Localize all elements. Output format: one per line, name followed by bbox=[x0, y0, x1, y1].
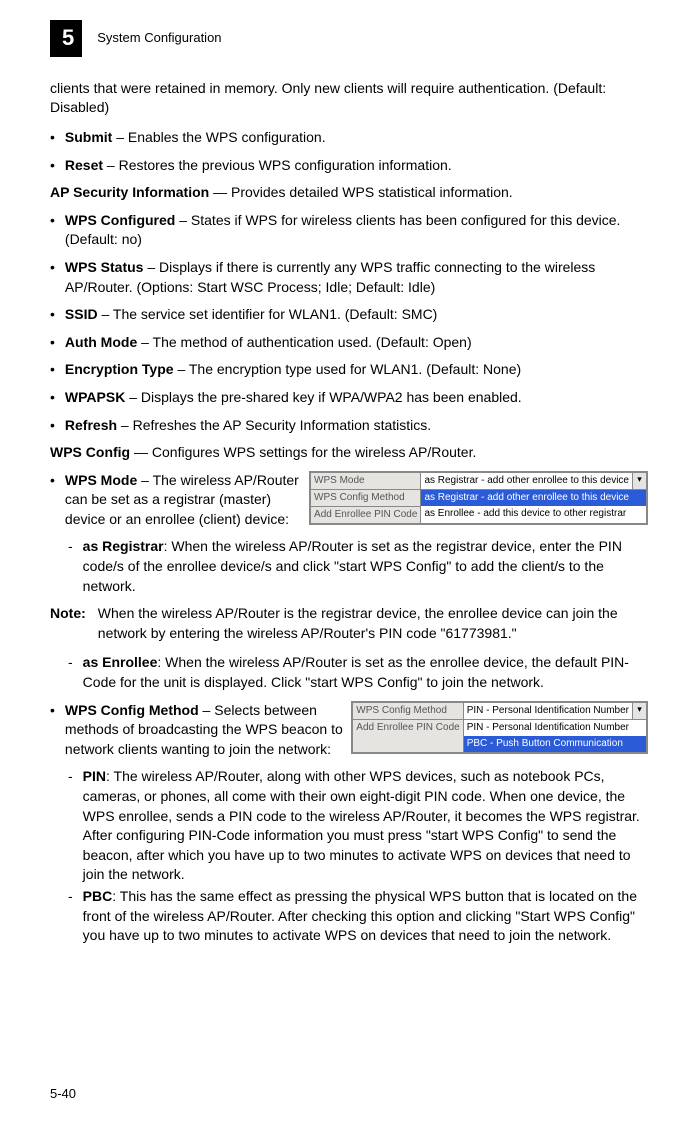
page-content: clients that were retained in memory. On… bbox=[50, 79, 648, 946]
note-text: When the wireless AP/Router is the regis… bbox=[98, 604, 648, 643]
bullet-text: – Refreshes the AP Security Information … bbox=[117, 417, 431, 433]
bullet-label: WPS Status bbox=[65, 259, 144, 275]
note-block: Note: When the wireless AP/Router is the… bbox=[50, 604, 648, 643]
bullet-dot-icon: • bbox=[50, 305, 55, 325]
ap-security-heading: AP Security Information — Provides detai… bbox=[50, 183, 648, 203]
bullet-label: SSID bbox=[65, 306, 98, 322]
bullet-label: Submit bbox=[65, 129, 112, 145]
sub-bullet-label: as Enrollee bbox=[83, 654, 158, 670]
bullet-wps-status: • WPS Status – Displays if there is curre… bbox=[50, 258, 648, 297]
bullet-label: Auth Mode bbox=[65, 334, 137, 350]
img-label-add-enrollee-pin: Add Enrollee PIN Code bbox=[353, 719, 463, 752]
bullet-dot-icon: • bbox=[50, 471, 55, 491]
bullet-dash-icon: - bbox=[68, 767, 73, 787]
img-dd-option-enrollee: as Enrollee - add this device to other r… bbox=[421, 506, 646, 522]
bullet-refresh: • Refresh – Refreshes the AP Security Inf… bbox=[50, 416, 648, 436]
bullet-text: – Displays the pre-shared key if WPA/WPA… bbox=[125, 389, 521, 405]
note-label: Note: bbox=[50, 604, 86, 624]
bullet-dot-icon: • bbox=[50, 388, 55, 408]
sub-bullet-text: : This has the same effect as pressing t… bbox=[83, 888, 637, 943]
bullet-dot-icon: • bbox=[50, 211, 55, 231]
chapter-title: System Configuration bbox=[97, 29, 221, 47]
bullet-wps-configured: •WPS Configured – States if WPS for wire… bbox=[50, 211, 648, 250]
wps-config-method-screenshot: WPS Config Method PIN - Personal Identif… bbox=[351, 701, 648, 754]
bullet-dash-icon: - bbox=[68, 887, 73, 907]
sub-bullet-text: : When the wireless AP/Router is set as … bbox=[83, 538, 622, 593]
img-label-add-enrollee-pin: Add Enrollee PIN Code bbox=[311, 506, 421, 523]
bullet-text: – Displays if there is currently any WPS… bbox=[65, 259, 595, 295]
section-text: — Configures WPS settings for the wirele… bbox=[130, 444, 476, 460]
bullet-text: – Enables the WPS configuration. bbox=[112, 129, 325, 145]
bullet-dot-icon: • bbox=[50, 128, 55, 148]
bullet-dot-icon: • bbox=[50, 416, 55, 436]
section-label: AP Security Information bbox=[50, 184, 209, 200]
img-dd-option-pbc: PBC - Push Button Communication bbox=[464, 736, 646, 752]
img-label-wps-config-method: WPS Config Method bbox=[311, 489, 421, 506]
bullet-label: WPAPSK bbox=[65, 389, 125, 405]
img-dd-selected: as Registrar - add other enrollee to thi… bbox=[421, 473, 632, 489]
bullet-submit: • Submit – Enables the WPS configuration… bbox=[50, 128, 648, 148]
bullet-wpapsk: • WPAPSK – Displays the pre-shared key if… bbox=[50, 388, 648, 408]
bullet-reset: • Reset – Restores the previous WPS conf… bbox=[50, 156, 648, 176]
bullet-encryption-type: • Encryption Type – The encryption type u… bbox=[50, 360, 648, 380]
bullet-text: – The encryption type used for WLAN1. (D… bbox=[174, 361, 522, 377]
sub-bullet-text: : The wireless AP/Router, along with oth… bbox=[83, 768, 640, 882]
bullet-label: Refresh bbox=[65, 417, 117, 433]
bullet-text: – Restores the previous WPS configuratio… bbox=[103, 157, 452, 173]
page-header: 5 System Configuration bbox=[50, 20, 648, 57]
bullet-dot-icon: • bbox=[50, 333, 55, 353]
chapter-number-badge: 5 bbox=[50, 20, 82, 57]
chevron-down-icon: ▾ bbox=[632, 703, 646, 719]
img-dd-option-pin: PIN - Personal Identification Number bbox=[464, 720, 646, 736]
wps-config-heading: WPS Config — Configures WPS settings for… bbox=[50, 443, 648, 463]
section-label: WPS Config bbox=[50, 444, 130, 460]
bullet-label: WPS Config Method bbox=[65, 702, 199, 718]
bullet-ssid: • SSID – The service set identifier for W… bbox=[50, 305, 648, 325]
bullet-wps-config-method: • WPS Config Method – Selects between me… bbox=[50, 701, 345, 760]
bullet-dot-icon: • bbox=[50, 258, 55, 278]
bullet-auth-mode: • Auth Mode – The method of authenticatio… bbox=[50, 333, 648, 353]
sub-bullet-as-enrollee: - as Enrollee: When the wireless AP/Rout… bbox=[68, 653, 648, 692]
page-number: 5-40 bbox=[50, 1085, 76, 1103]
sub-bullet-label: PIN bbox=[83, 768, 106, 784]
bullet-text: – The service set identifier for WLAN1. … bbox=[98, 306, 438, 322]
img-dd-option-registrar: as Registrar - add other enrollee to thi… bbox=[421, 490, 646, 506]
img-dd-selected: PIN - Personal Identification Number bbox=[464, 703, 632, 719]
intro-paragraph: clients that were retained in memory. On… bbox=[50, 79, 648, 118]
bullet-dot-icon: • bbox=[50, 360, 55, 380]
sub-bullet-text: : When the wireless AP/Router is set as … bbox=[83, 654, 629, 690]
section-text: — Provides detailed WPS statistical info… bbox=[209, 184, 512, 200]
bullet-dash-icon: - bbox=[68, 653, 73, 673]
bullet-dash-icon: - bbox=[68, 537, 73, 557]
chevron-down-icon: ▾ bbox=[632, 473, 646, 489]
bullet-label: WPS Configured bbox=[65, 212, 175, 228]
bullet-dot-icon: • bbox=[50, 156, 55, 176]
bullet-dot-icon: • bbox=[50, 701, 55, 721]
img-label-wps-mode: WPS Mode bbox=[311, 472, 421, 489]
img-label-wps-config-method: WPS Config Method bbox=[353, 702, 463, 719]
sub-bullet-label: PBC bbox=[83, 888, 113, 904]
sub-bullet-label: as Registrar bbox=[83, 538, 164, 554]
sub-bullet-pbc: - PBC: This has the same effect as press… bbox=[68, 887, 648, 946]
bullet-label: Encryption Type bbox=[65, 361, 174, 377]
sub-bullet-as-registrar: - as Registrar: When the wireless AP/Rou… bbox=[68, 537, 648, 596]
bullet-text: – The method of authentication used. (De… bbox=[137, 334, 471, 350]
bullet-label: Reset bbox=[65, 157, 103, 173]
wps-mode-screenshot: WPS Mode as Registrar - add other enroll… bbox=[309, 471, 648, 525]
bullet-wps-mode: • WPS Mode – The wireless AP/Router can … bbox=[50, 471, 303, 530]
bullet-label: WPS Mode bbox=[65, 472, 137, 488]
sub-bullet-pin: - PIN: The wireless AP/Router, along wit… bbox=[68, 767, 648, 885]
